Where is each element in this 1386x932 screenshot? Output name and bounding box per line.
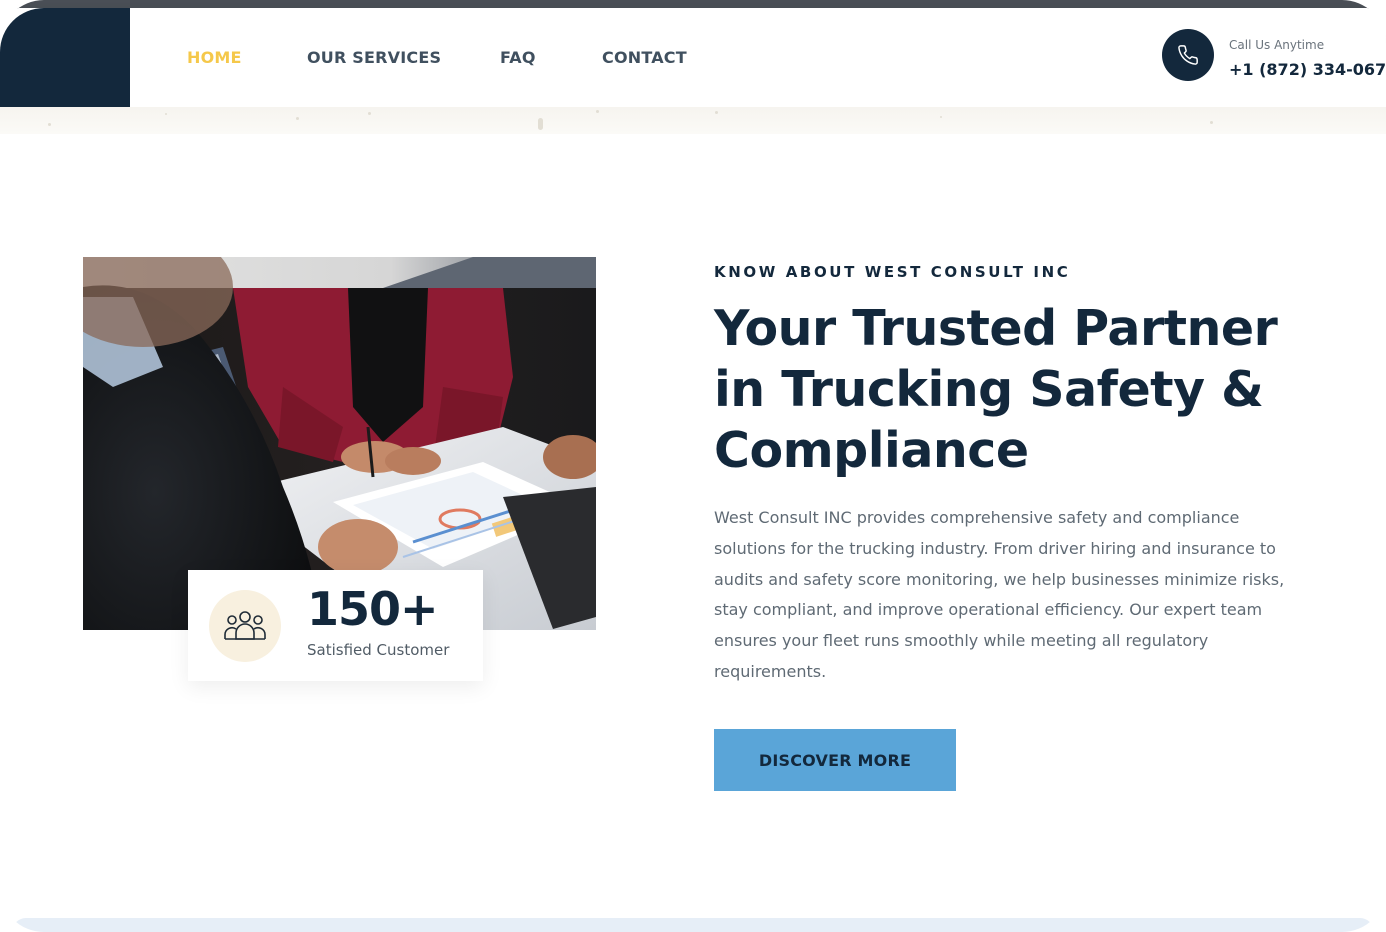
call-label: Call Us Anytime — [1229, 38, 1325, 52]
page-frame: HOME OUR SERVICES FAQ CONTACT Call Us An… — [0, 0, 1386, 932]
section-eyebrow: KNOW ABOUT WEST CONSULT INC — [714, 263, 1071, 281]
section-body: West Consult INC provides comprehensive … — [714, 508, 1285, 681]
phone-icon[interactable] — [1162, 29, 1214, 81]
phone-number[interactable]: +1 (872) 334-0670 — [1229, 60, 1386, 79]
stat-number: 150+ — [307, 582, 439, 636]
next-section-edge — [12, 918, 1374, 932]
stat-label: Satisfied Customer — [307, 641, 450, 659]
section-headline: Your Trusted Partner in Trucking Safety … — [714, 300, 1278, 479]
nav-item-faq[interactable]: FAQ — [500, 48, 536, 67]
users-group-icon — [209, 590, 281, 662]
stat-card: 150+ Satisfied Customer — [188, 570, 483, 681]
site-header: HOME OUR SERVICES FAQ CONTACT Call Us An… — [0, 8, 1386, 107]
nav-item-home[interactable]: HOME — [187, 48, 242, 67]
nav-item-our-services[interactable]: OUR SERVICES — [307, 48, 441, 67]
nav-item-contact[interactable]: CONTACT — [602, 48, 687, 67]
logo[interactable] — [0, 8, 130, 107]
header-texture — [0, 107, 1386, 134]
discover-more-button[interactable]: DISCOVER MORE — [714, 729, 956, 791]
